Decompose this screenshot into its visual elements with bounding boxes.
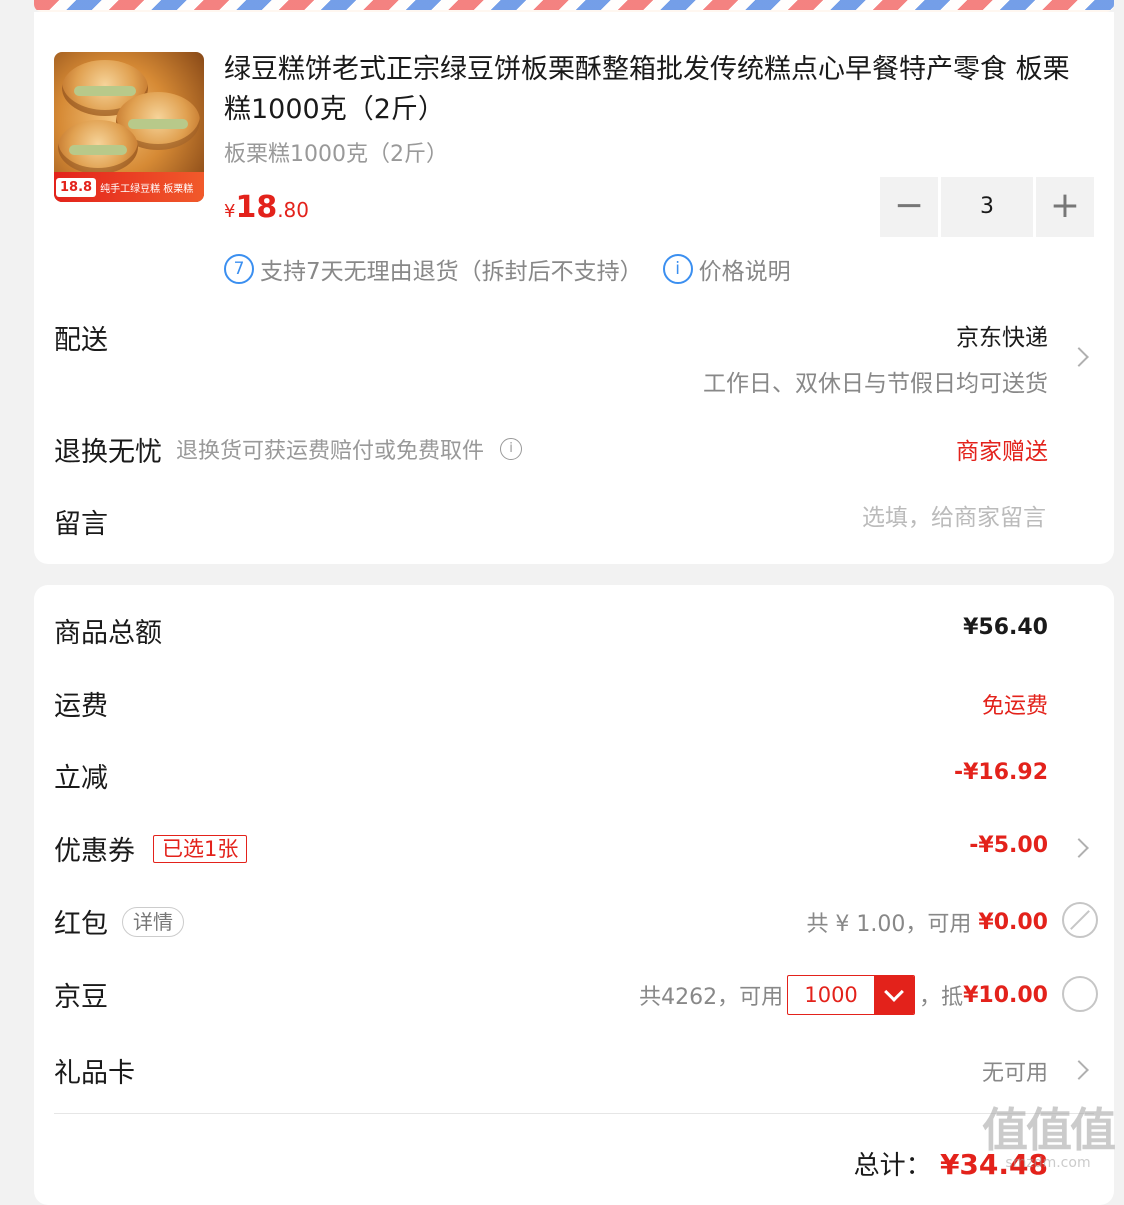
red-packet-available: ¥0.00 <box>978 909 1048 935</box>
delivery-note: 工作日、双休日与节假日均可送货 <box>703 371 1048 397</box>
quantity-decrease-button[interactable]: − <box>880 177 938 237</box>
returns-value: 商家赠送 <box>956 439 1048 465</box>
product-card: 18.8 纯手工绿豆糕 板栗糕 绿豆糕饼老式正宗绿豆饼板栗酥整箱批发传统糕点心早… <box>34 12 1114 564</box>
red-packet-total-text: 共 ¥ 1.00，可用 <box>806 912 979 937</box>
order-total-amount: ¥34.48 <box>939 1148 1048 1181</box>
thumbnail-tag: 纯手工绿豆糕 板栗糕 <box>100 183 194 195</box>
instant-discount-label: 立减 <box>54 763 108 794</box>
delivery-chevron-right-icon[interactable] <box>1069 347 1089 367</box>
jd-beans-offset-amount: ¥10.00 <box>963 982 1048 1008</box>
product-spec: 板栗糕1000克（2斤） <box>224 142 448 167</box>
price-currency: ¥ <box>224 201 236 222</box>
product-price: ¥ 18 .80 <box>224 190 309 225</box>
chevron-down-icon[interactable] <box>874 976 915 1014</box>
seven-day-return-icon: 7 <box>224 254 254 284</box>
returns-description-row: 退换货可获运费赔付或免费取件 i <box>176 433 523 465</box>
gift-card-value[interactable]: 无可用 <box>982 1055 1048 1087</box>
jd-beans-label: 京豆 <box>54 982 108 1013</box>
coupon-label-row: 优惠券 已选1张 <box>54 829 248 868</box>
price-explanation-link[interactable]: 价格说明 <box>699 252 791 286</box>
returns-description: 退换货可获运费赔付或免费取件 <box>176 439 485 464</box>
returns-label: 退换无忧 <box>54 437 162 468</box>
jd-beans-amount-select[interactable]: 1000 <box>787 975 916 1015</box>
shipping-label: 运费 <box>54 691 108 722</box>
gift-card-chevron-right-icon[interactable] <box>1069 1060 1089 1080</box>
remark-input[interactable] <box>644 504 1048 532</box>
coupon-selected-badge[interactable]: 已选1张 <box>153 834 248 863</box>
red-packet-detail-button[interactable]: 详情 <box>122 906 184 937</box>
jd-beans-value: 共4262，可用 1000 ，抵 ¥10.00 <box>639 975 1048 1015</box>
coupon-value[interactable]: -¥5.00 <box>969 833 1048 858</box>
red-packet-label: 红包 <box>54 909 108 940</box>
red-packet-label-row: 红包 详情 <box>54 902 184 941</box>
order-total-label: 总计： <box>853 1151 932 1181</box>
returns-info-icon[interactable]: i <box>500 438 523 460</box>
product-title[interactable]: 绿豆糕饼老式正宗绿豆饼板栗酥整箱批发传统糕点心早餐特产零食 板栗糕1000克（2… <box>224 50 1084 130</box>
airmail-stripe <box>34 0 1114 12</box>
delivery-label: 配送 <box>54 325 108 356</box>
jd-beans-selected-amount[interactable]: 1000 <box>788 976 874 1014</box>
quantity-stepper: − 3 + <box>880 177 1094 237</box>
remark-label: 留言 <box>54 509 108 540</box>
thumbnail-banner: 18.8 纯手工绿豆糕 板栗糕 <box>54 172 204 202</box>
shipping-value: 免运费 <box>981 694 1048 719</box>
airmail-stripe-pattern <box>34 0 1114 10</box>
coupon-label: 优惠券 <box>54 836 135 867</box>
price-decimal: .80 <box>277 198 310 222</box>
red-packet-value: 共 ¥ 1.00，可用 ¥0.00 <box>806 906 1048 938</box>
red-packet-disabled-radio <box>1062 902 1098 938</box>
cake-image-3 <box>58 120 138 174</box>
price-integer: 18 <box>235 190 278 225</box>
order-summary-card: 商品总额 ¥56.40 运费 免运费 立减 -¥16.92 优惠券 已选1张 -… <box>34 585 1114 1205</box>
goods-total-label: 商品总额 <box>54 618 162 649</box>
instant-discount-value: -¥16.92 <box>953 760 1048 785</box>
goods-total-value: ¥56.40 <box>963 615 1048 640</box>
jd-beans-total-text: 共4262，可用 <box>639 985 784 1010</box>
jd-beans-radio[interactable] <box>1062 976 1098 1012</box>
info-icon: i <box>662 254 693 284</box>
product-thumbnail[interactable]: 18.8 纯手工绿豆糕 板栗糕 <box>54 52 204 202</box>
gift-card-label: 礼品卡 <box>54 1058 135 1089</box>
jd-beans-offset-prefix: ，抵 <box>919 985 964 1010</box>
delivery-method[interactable]: 京东快递 <box>956 318 1048 352</box>
summary-divider <box>54 1113 1094 1114</box>
return-policy-link[interactable]: 支持7天无理由退货（拆封后不支持） <box>260 252 643 286</box>
quantity-value[interactable]: 3 <box>941 177 1033 237</box>
thumbnail-price: 18.8 <box>56 177 97 197</box>
quantity-increase-button[interactable]: + <box>1036 177 1094 237</box>
coupon-chevron-right-icon[interactable] <box>1069 838 1089 858</box>
order-total: 总计： ¥34.48 <box>854 1145 1048 1182</box>
service-row: 7 支持7天无理由退货（拆封后不支持） i 价格说明 <box>224 252 791 286</box>
